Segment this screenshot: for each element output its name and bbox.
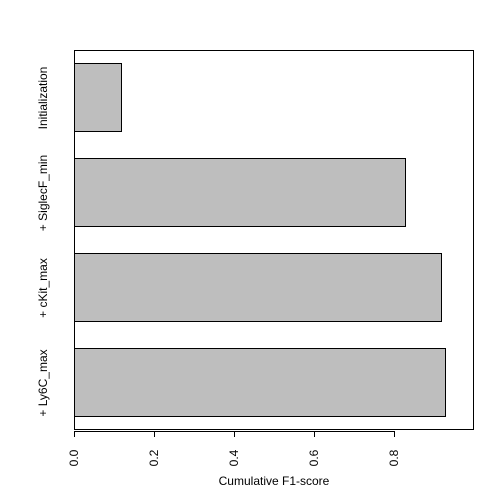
- x-tick: [394, 431, 395, 437]
- x-tick-label: 0.2: [147, 438, 161, 478]
- bar-1: [74, 158, 406, 226]
- category-label-1: + SiglecF_min: [36, 143, 52, 243]
- x-tick: [154, 431, 155, 437]
- x-tick: [74, 431, 75, 437]
- x-tick-label: 0.6: [307, 438, 321, 478]
- bar-3: [74, 348, 446, 416]
- category-label-0: Initialization: [36, 48, 52, 148]
- x-axis-title: Cumulative F1-score: [74, 474, 474, 488]
- bar-2: [74, 253, 442, 321]
- x-tick-label: 0.4: [227, 438, 241, 478]
- x-tick: [234, 431, 235, 437]
- category-label-2: + cKit_max: [36, 238, 52, 338]
- category-label-3: + Ly6C_max: [36, 333, 52, 433]
- x-tick: [314, 431, 315, 437]
- x-tick-label: 0.8: [387, 438, 401, 478]
- bar-0: [74, 63, 122, 131]
- x-tick-label: 0.0: [67, 438, 81, 478]
